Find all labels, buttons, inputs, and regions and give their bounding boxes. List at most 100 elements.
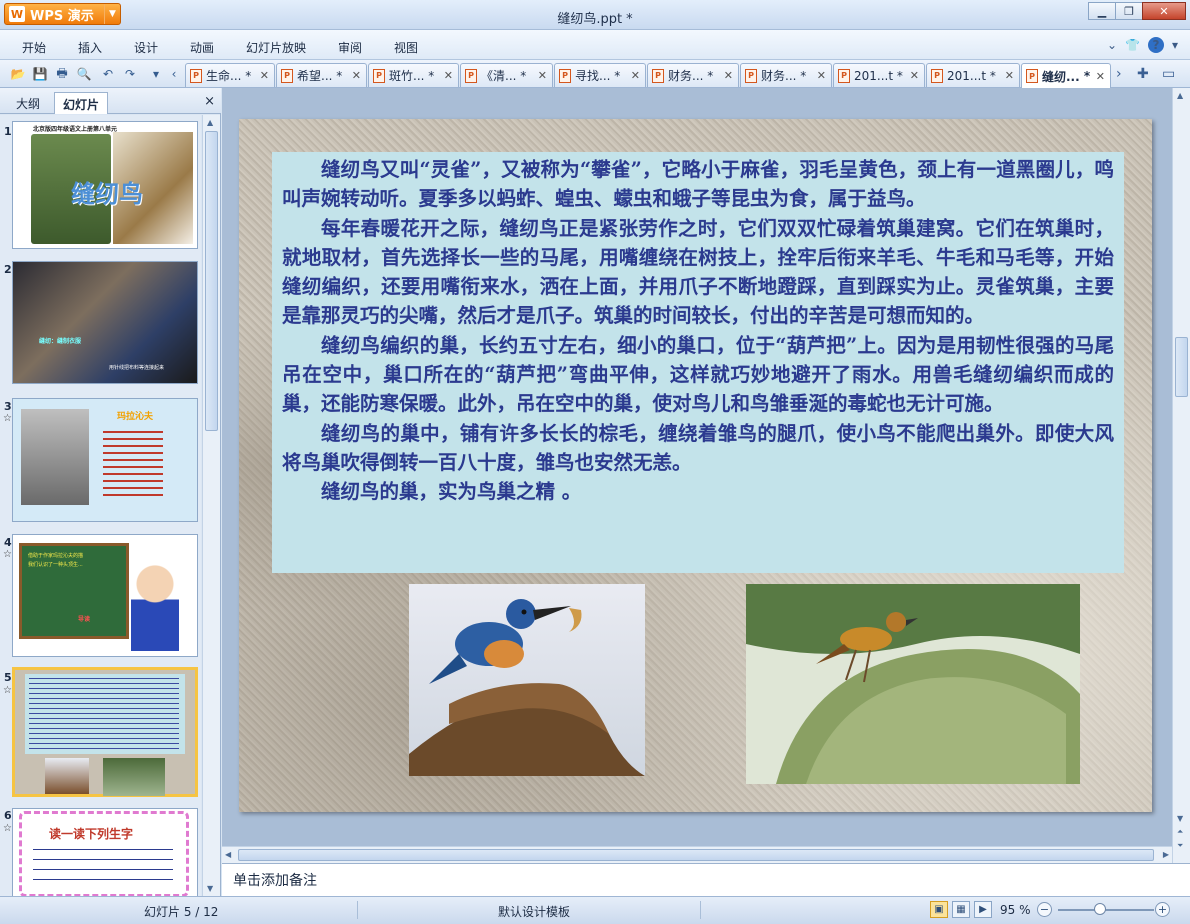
scrollbar-thumb[interactable]	[1175, 337, 1188, 397]
slide-thumbnail-6[interactable]: 读一读下列生字	[12, 808, 198, 896]
scroll-up-icon[interactable]: ▲	[1177, 91, 1183, 100]
tab-label: 《清...	[481, 69, 517, 83]
slide-thumbnail-4[interactable]: 借助于作家玛拉沁夫的描 我们认识了一种头顶生... 导读	[12, 534, 198, 657]
tabs-scroll-right-icon[interactable]: ›	[1116, 66, 1122, 82]
thumbnail-scrollbar[interactable]: ▲ ▼	[202, 115, 220, 896]
zoom-out-button[interactable]: −	[1037, 902, 1052, 917]
close-tab-icon[interactable]: ✕	[538, 69, 547, 82]
slide-thumbnail-1[interactable]: 北京版四年级语文上册第八单元 缝纫鸟	[12, 121, 198, 249]
collapse-ribbon-icon[interactable]: ⌄	[1107, 38, 1117, 52]
close-tab-icon[interactable]: ✕	[1005, 69, 1014, 82]
zoom-level: 95 %	[1000, 903, 1031, 917]
previous-slide-icon[interactable]: ⏶	[1177, 827, 1183, 837]
customize-toolbar-icon[interactable]: ▾	[148, 66, 164, 82]
help-icon[interactable]: ?	[1147, 37, 1164, 53]
tab-modified-mark: *	[520, 68, 527, 83]
scroll-down-icon[interactable]: ▼	[207, 884, 213, 893]
open-folder-icon[interactable]: 📂	[10, 66, 26, 82]
close-tab-icon[interactable]: ✕	[910, 69, 919, 82]
scroll-down-icon[interactable]: ▼	[1177, 814, 1183, 823]
next-slide-icon[interactable]: ⏷	[1177, 841, 1183, 851]
slide-thumbnail-5[interactable]	[12, 667, 198, 797]
tab-label: 财务...	[761, 69, 797, 83]
close-panel-icon[interactable]: ×	[204, 94, 215, 109]
close-tab-icon[interactable]: ✕	[260, 69, 269, 82]
kingfisher-photo[interactable]	[409, 584, 645, 776]
editor-vertical-scrollbar[interactable]: ▲ ▼ ⏶ ⏷	[1172, 88, 1190, 863]
title-bar: W WPS 演示 ▼ 缝纫鸟.ppt * ▁ ❐ ✕	[0, 0, 1190, 30]
slide-sorter-view-button[interactable]: ▦	[952, 901, 970, 918]
scrollbar-thumb[interactable]	[238, 849, 1154, 861]
tabs-scroll-left-icon[interactable]: ‹	[166, 66, 182, 82]
nest-photo[interactable]	[746, 584, 1080, 784]
tab-doc-4[interactable]: P 《清... * ✕	[460, 63, 553, 87]
tab-doc-8[interactable]: P 201...t * ✕	[833, 63, 925, 87]
current-slide[interactable]: 缝纫鸟又叫“灵雀”，又被称为“攀雀”，它略小于麻雀，羽毛呈黄色，颈上有一道黑圈儿…	[239, 119, 1152, 812]
animation-star-icon: ☆	[3, 685, 12, 696]
quick-access-toolbar: 📂 💾 🖶 🔍 ↶ ↷ ▾ ‹ P 生命... * ✕ P 希望... * ✕ …	[0, 60, 1190, 88]
skin-icon[interactable]: 👕	[1125, 38, 1140, 52]
help-dropdown-icon[interactable]: ▾	[1172, 38, 1178, 52]
menu-animation[interactable]: 动画	[190, 39, 214, 56]
tab-doc-active[interactable]: P 缝纫... * ✕	[1021, 63, 1111, 88]
close-tab-icon[interactable]: ✕	[631, 69, 640, 82]
thumb-header: 北京版四年级语文上册第八单元	[33, 126, 118, 133]
print-preview-icon[interactable]: 🔍	[76, 66, 92, 82]
menu-view[interactable]: 视图	[394, 39, 418, 56]
notes-pane[interactable]: 单击添加备注	[222, 863, 1190, 896]
slide-number: 5	[4, 671, 12, 684]
close-tab-icon[interactable]: ✕	[352, 69, 361, 82]
paragraph-3: 缝纫鸟编织的巢，长约五寸左右，细小的巢口，位于“葫芦把”上。因为是用韧性很强的马…	[282, 333, 1114, 416]
tab-modified-mark: *	[707, 68, 714, 83]
save-icon[interactable]: 💾	[32, 66, 48, 82]
scrollbar-thumb[interactable]	[205, 131, 218, 431]
close-tab-icon[interactable]: ✕	[444, 69, 453, 82]
tab-outline[interactable]: 大纲	[8, 92, 48, 114]
scroll-up-icon[interactable]: ▲	[207, 118, 213, 127]
slide-textbox[interactable]: 缝纫鸟又叫“灵雀”，又被称为“攀雀”，它略小于麻雀，羽毛呈黄色，颈上有一道黑圈儿…	[272, 152, 1124, 573]
zoom-in-button[interactable]: +	[1155, 902, 1170, 917]
thumb-line-2: 我们认识了一种头顶生...	[28, 562, 83, 568]
tab-doc-2[interactable]: P 希望... * ✕	[276, 63, 367, 87]
tab-label: 斑竹...	[389, 69, 425, 83]
slideshow-view-button[interactable]: ▶	[974, 901, 992, 918]
menu-review[interactable]: 审阅	[338, 39, 362, 56]
thumb-cartoon-teacher	[131, 565, 179, 651]
menu-home[interactable]: 开始	[22, 39, 46, 56]
slide-number: 3	[4, 400, 12, 413]
kingfisher-illustration	[409, 599, 645, 776]
close-tab-icon[interactable]: ✕	[724, 69, 733, 82]
new-tab-icon[interactable]: ✚	[1137, 66, 1149, 82]
tab-doc-3[interactable]: P 斑竹... * ✕	[368, 63, 459, 87]
menu-design[interactable]: 设计	[134, 39, 158, 56]
thumb-portrait	[21, 409, 89, 505]
scroll-right-icon[interactable]: ▶	[1163, 850, 1169, 859]
menu-slideshow[interactable]: 幻灯片放映	[246, 39, 306, 56]
close-window-button[interactable]: ✕	[1142, 2, 1186, 20]
normal-view-button[interactable]: ▣	[930, 901, 948, 918]
slide-thumbnail-3[interactable]: 玛拉沁夫	[12, 398, 198, 522]
menu-right-controls: ⌄ 👕 ? ▾	[1107, 37, 1178, 53]
tab-doc-9[interactable]: P 201...t * ✕	[926, 63, 1020, 87]
slide-thumbnail-2[interactable]: 缝纫：缝制衣服 用针线把布料等连接起来	[12, 261, 198, 384]
zoom-slider[interactable]	[1058, 909, 1154, 911]
tab-doc-7[interactable]: P 财务... * ✕	[740, 63, 832, 87]
tab-slides[interactable]: 幻灯片	[54, 92, 109, 114]
zoom-slider-knob[interactable]	[1094, 903, 1106, 915]
tab-doc-5[interactable]: P 寻找... * ✕	[554, 63, 646, 87]
tab-label: 财务...	[668, 69, 704, 83]
tab-doc-6[interactable]: P 财务... * ✕	[647, 63, 739, 87]
scroll-left-icon[interactable]: ◀	[225, 850, 231, 859]
redo-icon[interactable]: ↷	[122, 66, 138, 82]
close-tab-icon[interactable]: ✕	[1096, 70, 1105, 83]
tab-list-icon[interactable]: ▭	[1162, 66, 1175, 82]
minimize-button[interactable]: ▁	[1088, 2, 1116, 20]
tab-doc-1[interactable]: P 生命... * ✕	[185, 63, 275, 87]
print-icon[interactable]: 🖶	[54, 66, 70, 82]
menu-insert[interactable]: 插入	[78, 39, 102, 56]
close-tab-icon[interactable]: ✕	[817, 69, 826, 82]
maximize-button[interactable]: ❐	[1115, 2, 1143, 20]
ppt-file-icon: P	[1026, 69, 1038, 83]
undo-icon[interactable]: ↶	[100, 66, 116, 82]
editor-horizontal-scrollbar[interactable]: ◀ ▶	[222, 846, 1172, 863]
